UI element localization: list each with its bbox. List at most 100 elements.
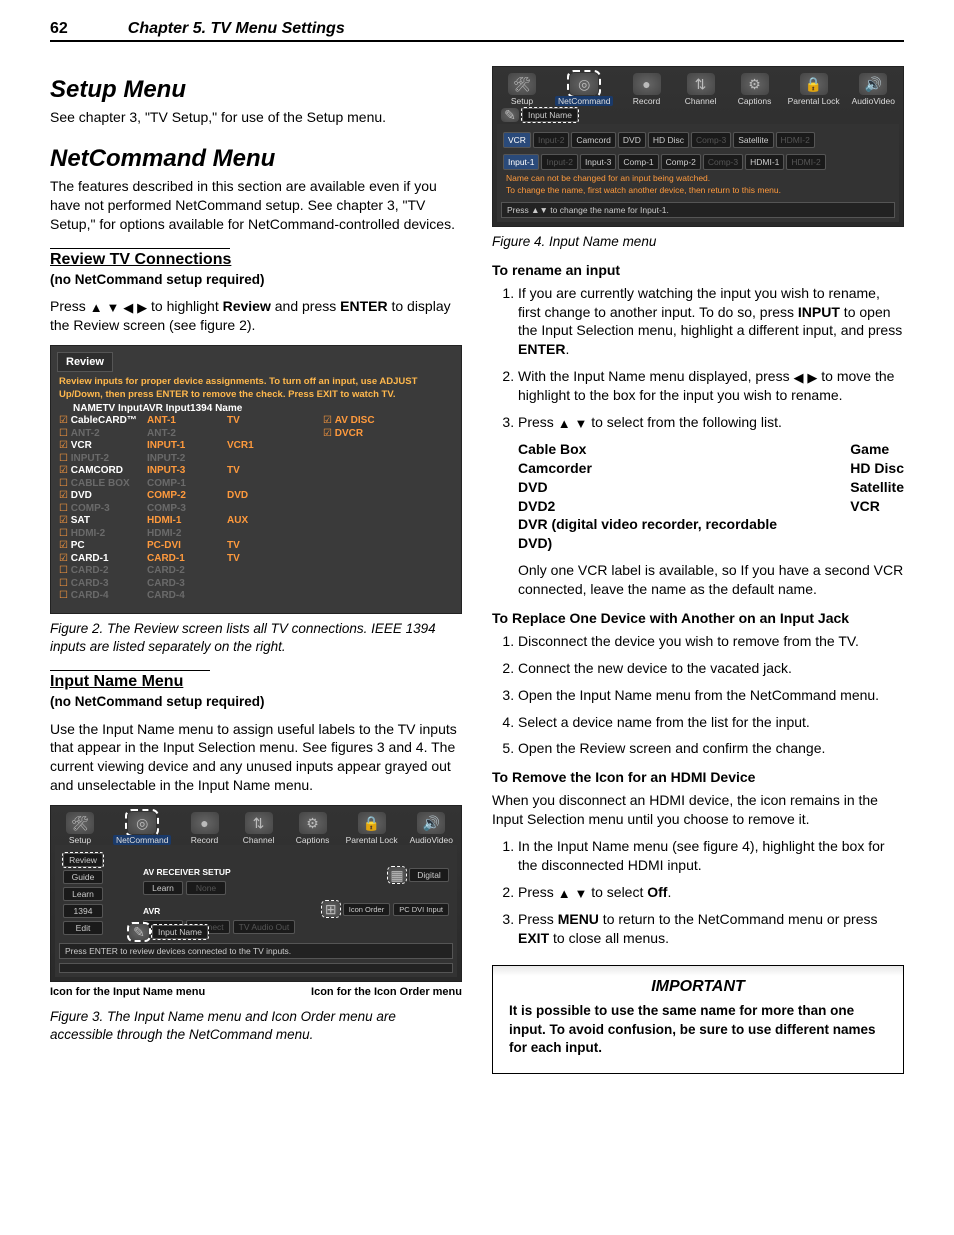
netcommand-text: The features described in this section a…: [50, 177, 462, 234]
input-name-icon: ✎: [501, 108, 519, 122]
replace-step: Open the Review screen and confirm the c…: [518, 739, 904, 758]
menu-icon-setup[interactable]: 🛠Setup: [501, 73, 543, 106]
input-name-selected[interactable]: Input Name: [522, 108, 578, 122]
icon-order-button[interactable]: Icon Order: [343, 903, 390, 916]
arrow-right-icon: ▶: [137, 301, 147, 314]
rename-heading: To rename an input: [492, 261, 904, 280]
table-row: ☑ DVDCOMP-2DVD: [51, 490, 315, 503]
digital-button[interactable]: Digital: [409, 868, 449, 882]
right-column: 🛠Setup ◎NetCommand ●Record ⇅Channel ⚙Caption…: [492, 66, 904, 1074]
important-text: It is possible to use the same name for …: [509, 1002, 887, 1057]
table-row: ☐ INPUT-2INPUT-2: [51, 453, 315, 466]
important-title: IMPORTANT: [509, 978, 887, 996]
table-row: ☐ CARD-4CARD-4: [51, 590, 315, 603]
input-tab: HDMI-2: [776, 132, 815, 148]
menu-icon-setup[interactable]: 🛠Setup: [59, 812, 101, 845]
input-tab: Comp-3: [691, 132, 731, 148]
replace-step: Disconnect the device you wish to remove…: [518, 632, 904, 651]
input-tab: Input-2: [533, 132, 569, 148]
input-name-icon: ✎: [129, 924, 149, 940]
input-tab[interactable]: Satellite: [733, 132, 773, 148]
guide-button[interactable]: Guide: [63, 870, 103, 884]
setup-menu-heading: Setup Menu: [50, 76, 462, 104]
input-name-button[interactable]: Input Name: [152, 925, 208, 939]
figure-3-caption: Figure 3. The Input Name menu and Icon O…: [50, 1008, 462, 1044]
table-row: ☐ COMP-3COMP-3: [51, 503, 315, 516]
review-instr-1: Review inputs for proper device assignme…: [51, 372, 461, 389]
table-row: ☑ VCRINPUT-1VCR1: [51, 440, 315, 453]
left-column: Setup Menu See chapter 3, "TV Setup," fo…: [50, 66, 462, 1074]
input-tab[interactable]: Camcord: [571, 132, 615, 148]
divider: [50, 248, 230, 249]
edit-button[interactable]: Edit: [63, 921, 103, 935]
input-tab[interactable]: Input-3: [580, 154, 616, 170]
page-number: 62: [50, 20, 68, 38]
arrow-left-icon: ◀: [123, 301, 133, 314]
menu-icon-netcommand[interactable]: ◎NetCommand: [113, 812, 171, 845]
setup-menu-text: See chapter 3, "TV Setup," for use of th…: [50, 108, 462, 127]
tv-audio-out-button[interactable]: TV Audio Out: [233, 920, 296, 934]
input-tab[interactable]: VCR: [503, 132, 531, 148]
rename-steps: If you are currently watching the input …: [492, 284, 904, 432]
warning-line-1: Name can not be changed for an input bei…: [501, 172, 895, 186]
replace-steps: Disconnect the device you wish to remove…: [492, 632, 904, 758]
table-row: ☑ CableCARD™ANT-1TV: [51, 415, 315, 428]
arrow-down-icon: ▼: [106, 301, 119, 314]
review-button[interactable]: Review: [63, 853, 103, 867]
replace-step: Connect the new device to the vacated ja…: [518, 659, 904, 678]
rename-step-2: With the Input Name menu displayed, pres…: [518, 367, 904, 405]
menu-icon-record[interactable]: ●Record: [626, 73, 668, 106]
menu-icon-parental-lock[interactable]: 🔒Parental Lock: [346, 812, 398, 845]
menu-icon-record[interactable]: ●Record: [184, 812, 226, 845]
review-heading: Review TV Connections: [50, 251, 462, 269]
input-tab: HDMI-2: [786, 154, 825, 170]
input-tab: Comp-3: [703, 154, 743, 170]
input-tab[interactable]: HDMI-1: [745, 154, 784, 170]
table-row: ☐ CABLE BOXCOMP-1: [51, 478, 315, 491]
figure-2-screenshot: Review Review inputs for proper device a…: [50, 345, 462, 614]
replace-step: Open the Input Name menu from the NetCom…: [518, 686, 904, 705]
table-row: ☑ SATHDMI-1AUX: [51, 515, 315, 528]
learn-button[interactable]: Learn: [63, 887, 103, 901]
input-tab[interactable]: DVD: [618, 132, 646, 148]
table-row: ☑ CARD-1CARD-1TV: [51, 553, 315, 566]
pc-dvi-button[interactable]: PC DVI Input: [393, 903, 449, 916]
arrow-down-icon: ▼: [574, 887, 587, 900]
netcommand-heading: NetCommand Menu: [50, 145, 462, 173]
none-button[interactable]: None: [186, 881, 226, 895]
learn-button[interactable]: Learn: [143, 881, 183, 895]
table-row: ☑ PCPC-DVITV: [51, 540, 315, 553]
device-name-list: Cable Box Camcorder DVD DVD2 DVR (digita…: [518, 440, 904, 553]
input-tab[interactable]: HD Disc: [648, 132, 689, 148]
table-row: ☑ AV DISC: [315, 415, 419, 428]
figure-4-screenshot: 🛠Setup ◎NetCommand ●Record ⇅Channel ⚙Caption…: [492, 66, 904, 227]
menu-icon-captions[interactable]: ⚙Captions: [292, 812, 334, 845]
warning-line-2: To change the name, first watch another …: [501, 186, 895, 198]
menu-icon-audiovideo[interactable]: 🔊AudioVideo: [410, 812, 453, 845]
menu-icon-parental-lock[interactable]: 🔒Parental Lock: [788, 73, 840, 106]
input-tab: Input-2: [541, 154, 577, 170]
replace-step: Select a device name from the list for t…: [518, 713, 904, 732]
rename-note: Only one VCR label is available, so If y…: [492, 561, 904, 599]
device-names-right: Game HD Disc Satellite VCR: [850, 440, 904, 553]
menu-icon-audiovideo[interactable]: 🔊AudioVideo: [852, 73, 895, 106]
menu-icon-channel[interactable]: ⇅Channel: [238, 812, 280, 845]
1394-button[interactable]: 1394: [63, 904, 103, 918]
menu-icon-netcommand[interactable]: ◎NetCommand: [555, 73, 613, 106]
status-bar: Press ENTER to review devices connected …: [59, 943, 453, 959]
arrow-left-icon: ◀: [793, 371, 803, 384]
input-tab[interactable]: Input-1: [503, 154, 539, 170]
menu-icon-channel[interactable]: ⇅Channel: [680, 73, 722, 106]
remove-hdmi-heading: To Remove the Icon for an HDMI Device: [492, 768, 904, 787]
arrow-up-icon: ▲: [90, 301, 103, 314]
menu-icon-captions[interactable]: ⚙Captions: [734, 73, 776, 106]
figure-3-screenshot: 🛠Setup ◎NetCommand ●Record ⇅Channel ⚙Caption…: [50, 805, 462, 982]
figure-4-caption: Figure 4. Input Name menu: [492, 233, 904, 251]
rename-step-1: If you are currently watching the input …: [518, 284, 904, 360]
arrow-up-icon: ▲: [558, 887, 571, 900]
input-name-heading: Input Name Menu: [50, 673, 462, 691]
table-row: ☐ CARD-2CARD-2: [51, 565, 315, 578]
input-tab[interactable]: Comp-2: [661, 154, 701, 170]
review-table-header: NAME TV Input AVR Input 1394 Name: [51, 402, 461, 415]
input-tab[interactable]: Comp-1: [618, 154, 658, 170]
